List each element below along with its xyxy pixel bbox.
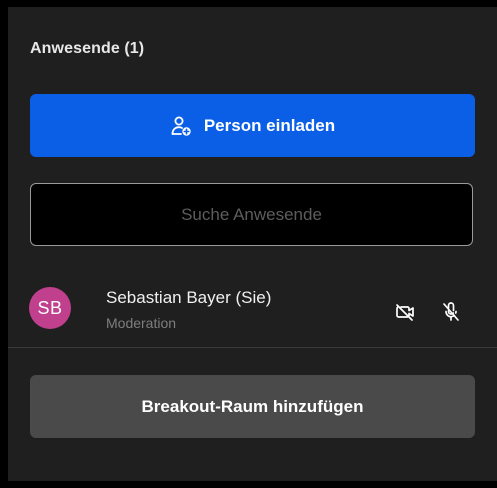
camera-off-icon[interactable] bbox=[395, 302, 415, 322]
search-participants-input[interactable] bbox=[31, 183, 472, 246]
add-breakout-room-button[interactable]: Breakout-Raum hinzufügen bbox=[30, 375, 475, 438]
panel-title: Anwesende (1) bbox=[30, 40, 145, 57]
search-field-container bbox=[30, 183, 473, 246]
invite-person-label: Person einladen bbox=[203, 115, 336, 135]
participant-row[interactable]: SB Sebastian Bayer (Sie) Moderation bbox=[8, 275, 497, 348]
user-plus-icon bbox=[170, 115, 192, 137]
participants-panel: Anwesende (1) Person einladen SB Sebasti… bbox=[8, 7, 497, 481]
participant-role: Moderation bbox=[106, 315, 177, 331]
invite-person-button[interactable]: Person einladen bbox=[30, 94, 475, 157]
microphone-off-icon[interactable] bbox=[441, 301, 461, 323]
participant-name: Sebastian Bayer (Sie) bbox=[106, 288, 272, 307]
avatar: SB bbox=[29, 287, 71, 329]
